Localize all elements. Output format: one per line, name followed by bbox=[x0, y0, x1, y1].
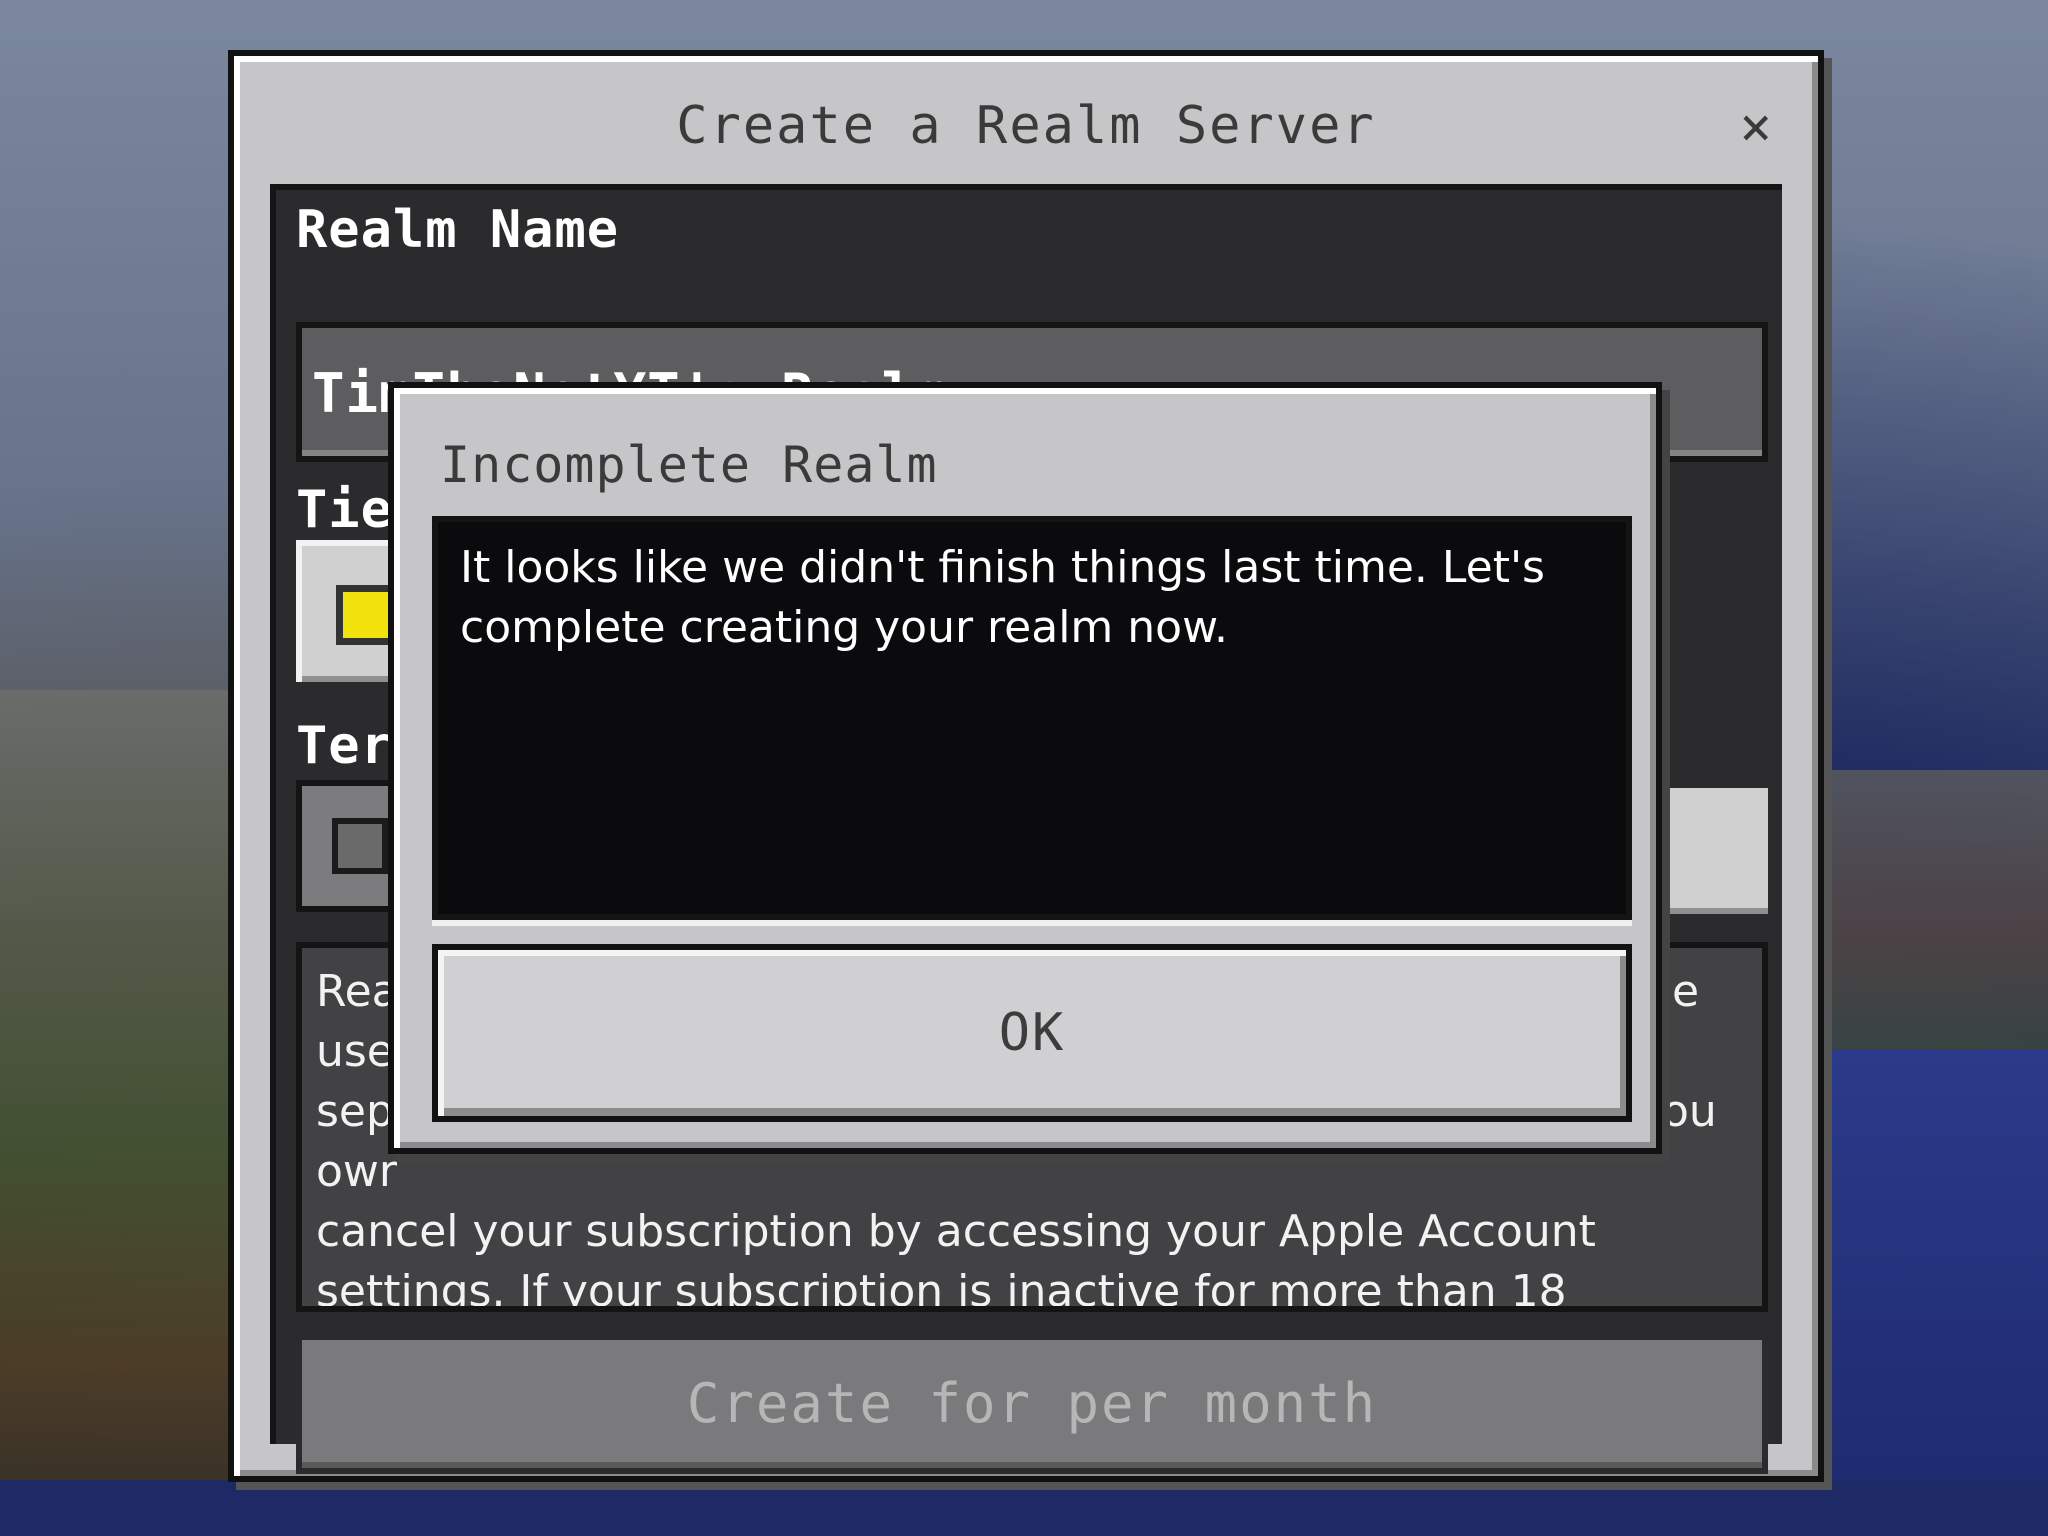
term-checkbox[interactable] bbox=[332, 818, 388, 874]
description-line: settings. If your subscription is inacti… bbox=[316, 1266, 1567, 1312]
background-city-right bbox=[1808, 770, 2048, 1050]
description-line: use bbox=[316, 1026, 394, 1077]
description-fragment-right: e bbox=[1672, 966, 1700, 1017]
modal-title: Incomplete Realm bbox=[440, 436, 938, 494]
close-icon[interactable]: × bbox=[1739, 100, 1772, 154]
realm-name-label: Realm Name bbox=[296, 200, 620, 260]
incomplete-realm-modal: Incomplete Realm It looks like we didn't… bbox=[388, 382, 1662, 1154]
create-realm-button[interactable]: Create for per month bbox=[296, 1334, 1768, 1474]
dialog-title: Create a Realm Server bbox=[676, 96, 1376, 156]
modal-message-box: It looks like we didn't finish things la… bbox=[432, 516, 1632, 920]
background-sea bbox=[1808, 1050, 2048, 1536]
modal-message: It looks like we didn't finish things la… bbox=[460, 542, 1545, 653]
ok-button[interactable]: OK bbox=[432, 944, 1632, 1122]
description-line: Rea bbox=[316, 966, 399, 1017]
description-line: cancel your subscription by accessing yo… bbox=[316, 1206, 1596, 1257]
background-city-left bbox=[0, 690, 240, 1536]
term-label: Ter bbox=[296, 716, 393, 776]
tier-selected-checkbox[interactable] bbox=[336, 585, 396, 645]
description-fragment-right: ou bbox=[1662, 1086, 1717, 1137]
description-line: sep bbox=[316, 1086, 394, 1137]
background-sea-bottom bbox=[0, 1480, 2048, 1536]
description-line: owr bbox=[316, 1146, 397, 1197]
